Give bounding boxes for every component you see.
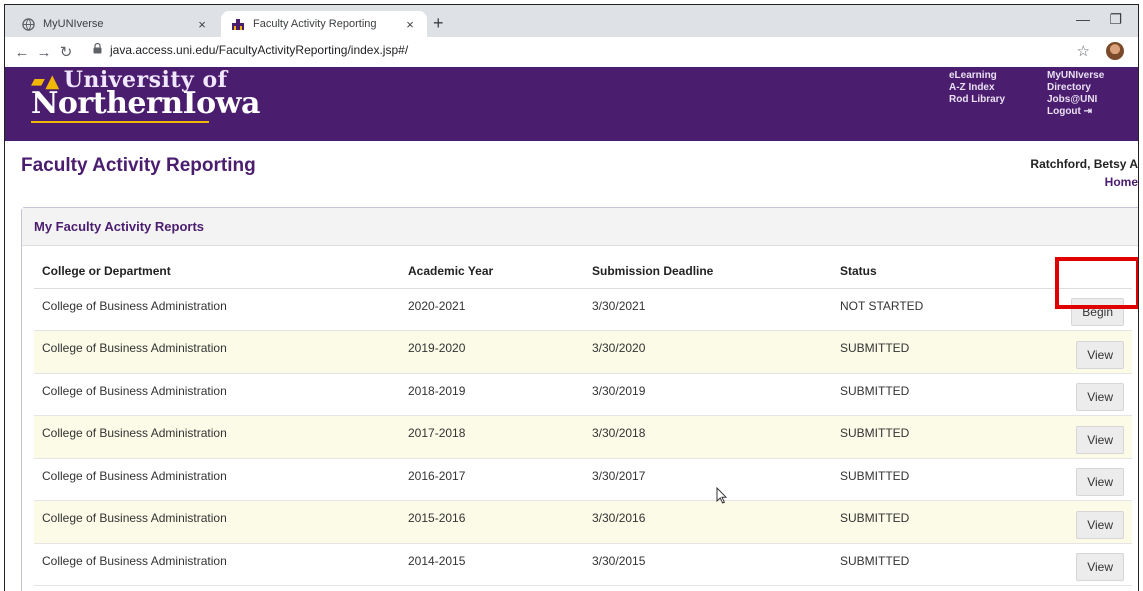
cell-status: SUBMITTED xyxy=(832,543,1032,586)
table-row: College of Business Administration 2017-… xyxy=(34,415,1132,459)
cell-status: NOT STARTED xyxy=(832,288,1032,331)
restore-icon[interactable]: ❐ xyxy=(1109,11,1122,28)
table-row: College of Business Administration 2015-… xyxy=(34,500,1132,544)
col-header-department: College or Department xyxy=(34,254,400,289)
red-highlight-box xyxy=(1055,257,1138,309)
cell-status: SUBMITTED xyxy=(832,500,1032,544)
view-button[interactable]: View xyxy=(1076,383,1124,412)
globe-icon xyxy=(21,17,35,31)
reports-table: College or Department Academic Year Subm… xyxy=(34,254,1132,586)
view-button[interactable]: View xyxy=(1076,553,1124,582)
cell-status: SUBMITTED xyxy=(832,330,1032,374)
browser-window: MyUNIverse × Faculty Activity Reporting … xyxy=(4,4,1139,591)
cell-department: College of Business Administration xyxy=(34,415,400,459)
close-icon[interactable]: × xyxy=(195,17,209,32)
header-links-left: eLearning A-Z Index Rod Library xyxy=(949,70,1005,106)
cell-department: College of Business Administration xyxy=(34,330,400,374)
cell-deadline: 3/30/2018 xyxy=(584,415,832,459)
link-directory[interactable]: Directory xyxy=(1047,82,1104,94)
cell-department: College of Business Administration xyxy=(34,373,400,416)
uni-logo[interactable]: ▰▲ University of NorthernIowa xyxy=(31,69,260,123)
forward-icon[interactable]: → xyxy=(33,44,55,61)
url-text: java.access.uni.edu/FacultyActivityRepor… xyxy=(110,43,409,57)
cell-status: SUBMITTED xyxy=(832,415,1032,459)
cell-status: SUBMITTED xyxy=(832,373,1032,416)
logo-line-2: NorthernIowa xyxy=(31,86,260,121)
cell-deadline: 3/30/2016 xyxy=(584,500,832,544)
cell-department: College of Business Administration xyxy=(34,543,400,586)
view-button[interactable]: View xyxy=(1076,425,1124,454)
cell-deadline: 3/30/2021 xyxy=(584,288,832,331)
link-elearning[interactable]: eLearning xyxy=(949,70,1005,82)
link-logout[interactable]: Logout ⇥ xyxy=(1047,106,1104,118)
cell-academic-year: 2015-2016 xyxy=(400,500,584,544)
cell-deadline: 3/30/2017 xyxy=(584,458,832,501)
tab-myuniverse[interactable]: MyUNIverse × xyxy=(11,11,219,37)
link-rod-library[interactable]: Rod Library xyxy=(949,94,1005,106)
cell-deadline: 3/30/2019 xyxy=(584,373,832,416)
table-row: College of Business Administration 2020-… xyxy=(34,288,1132,331)
cell-department: College of Business Administration xyxy=(34,458,400,501)
logout-icon: ⇥ xyxy=(1083,106,1093,117)
browser-toolbar: ← → ↻ java.access.uni.edu/FacultyActivit… xyxy=(5,37,1138,67)
tab-faculty-activity-reporting[interactable]: Faculty Activity Reporting × xyxy=(221,11,427,37)
cell-action: View xyxy=(1032,330,1132,374)
reload-icon[interactable]: ↻ xyxy=(55,43,77,61)
col-header-submission-deadline: Submission Deadline xyxy=(584,254,832,289)
cell-department: College of Business Administration xyxy=(34,288,400,331)
table-row: College of Business Administration 2018-… xyxy=(34,373,1132,416)
cell-action: View xyxy=(1032,543,1132,586)
cell-action: View xyxy=(1032,373,1132,416)
col-header-status: Status xyxy=(832,254,1032,289)
cell-academic-year: 2020-2021 xyxy=(400,288,584,331)
cell-status: SUBMITTED xyxy=(832,458,1032,501)
minimize-icon[interactable]: — xyxy=(1076,11,1090,27)
col-header-academic-year: Academic Year xyxy=(400,254,584,289)
panel-title: My Faculty Activity Reports xyxy=(22,208,1138,246)
address-bar[interactable]: java.access.uni.edu/FacultyActivityRepor… xyxy=(93,42,409,57)
view-button[interactable]: View xyxy=(1076,510,1124,539)
cell-action: View xyxy=(1032,500,1132,544)
mouse-cursor-icon xyxy=(716,486,728,509)
close-icon[interactable]: × xyxy=(403,17,417,32)
logout-label: Logout xyxy=(1047,106,1081,117)
tab-title: Faculty Activity Reporting xyxy=(253,18,377,30)
link-a-z-index[interactable]: A-Z Index xyxy=(949,82,1005,94)
new-tab-button[interactable]: + xyxy=(433,13,444,34)
view-button[interactable]: View xyxy=(1076,340,1124,369)
cell-academic-year: 2017-2018 xyxy=(400,415,584,459)
bookmark-star-icon[interactable]: ☆ xyxy=(1077,42,1090,60)
cell-department: College of Business Administration xyxy=(34,500,400,544)
profile-avatar[interactable] xyxy=(1106,42,1124,60)
uni-favicon-icon xyxy=(231,17,245,31)
home-link[interactable]: Home xyxy=(1105,175,1138,189)
view-button[interactable]: View xyxy=(1076,468,1124,497)
user-name: Ratchford, Betsy A xyxy=(1030,157,1138,171)
back-icon[interactable]: ← xyxy=(11,44,33,61)
table-header-row: College or Department Academic Year Subm… xyxy=(34,254,1132,289)
header-links-right: MyUNIverse Directory Jobs@UNI Logout ⇥ xyxy=(1047,70,1104,118)
tab-strip: MyUNIverse × Faculty Activity Reporting … xyxy=(5,5,1138,37)
cell-academic-year: 2014-2015 xyxy=(400,543,584,586)
table-row: College of Business Administration 2014-… xyxy=(34,543,1132,586)
tab-title: MyUNIverse xyxy=(43,18,104,30)
cell-academic-year: 2019-2020 xyxy=(400,330,584,374)
table-row: College of Business Administration 2016-… xyxy=(34,458,1132,501)
cell-action: View xyxy=(1032,415,1132,459)
cell-deadline: 3/30/2020 xyxy=(584,330,832,374)
cell-action: View xyxy=(1032,458,1132,501)
table-row: College of Business Administration 2019-… xyxy=(34,330,1132,374)
cell-academic-year: 2018-2019 xyxy=(400,373,584,416)
logo-underline xyxy=(31,121,209,123)
reports-panel: My Faculty Activity Reports College or D… xyxy=(21,207,1138,591)
university-header: ▰▲ University of NorthernIowa eLearning A… xyxy=(5,67,1138,141)
cell-academic-year: 2016-2017 xyxy=(400,458,584,501)
page-title: Faculty Activity Reporting xyxy=(21,155,256,176)
cell-deadline: 3/30/2015 xyxy=(584,543,832,586)
lock-icon xyxy=(93,42,102,57)
link-myuniverse[interactable]: MyUNIverse xyxy=(1047,70,1104,82)
link-jobs[interactable]: Jobs@UNI xyxy=(1047,94,1104,106)
